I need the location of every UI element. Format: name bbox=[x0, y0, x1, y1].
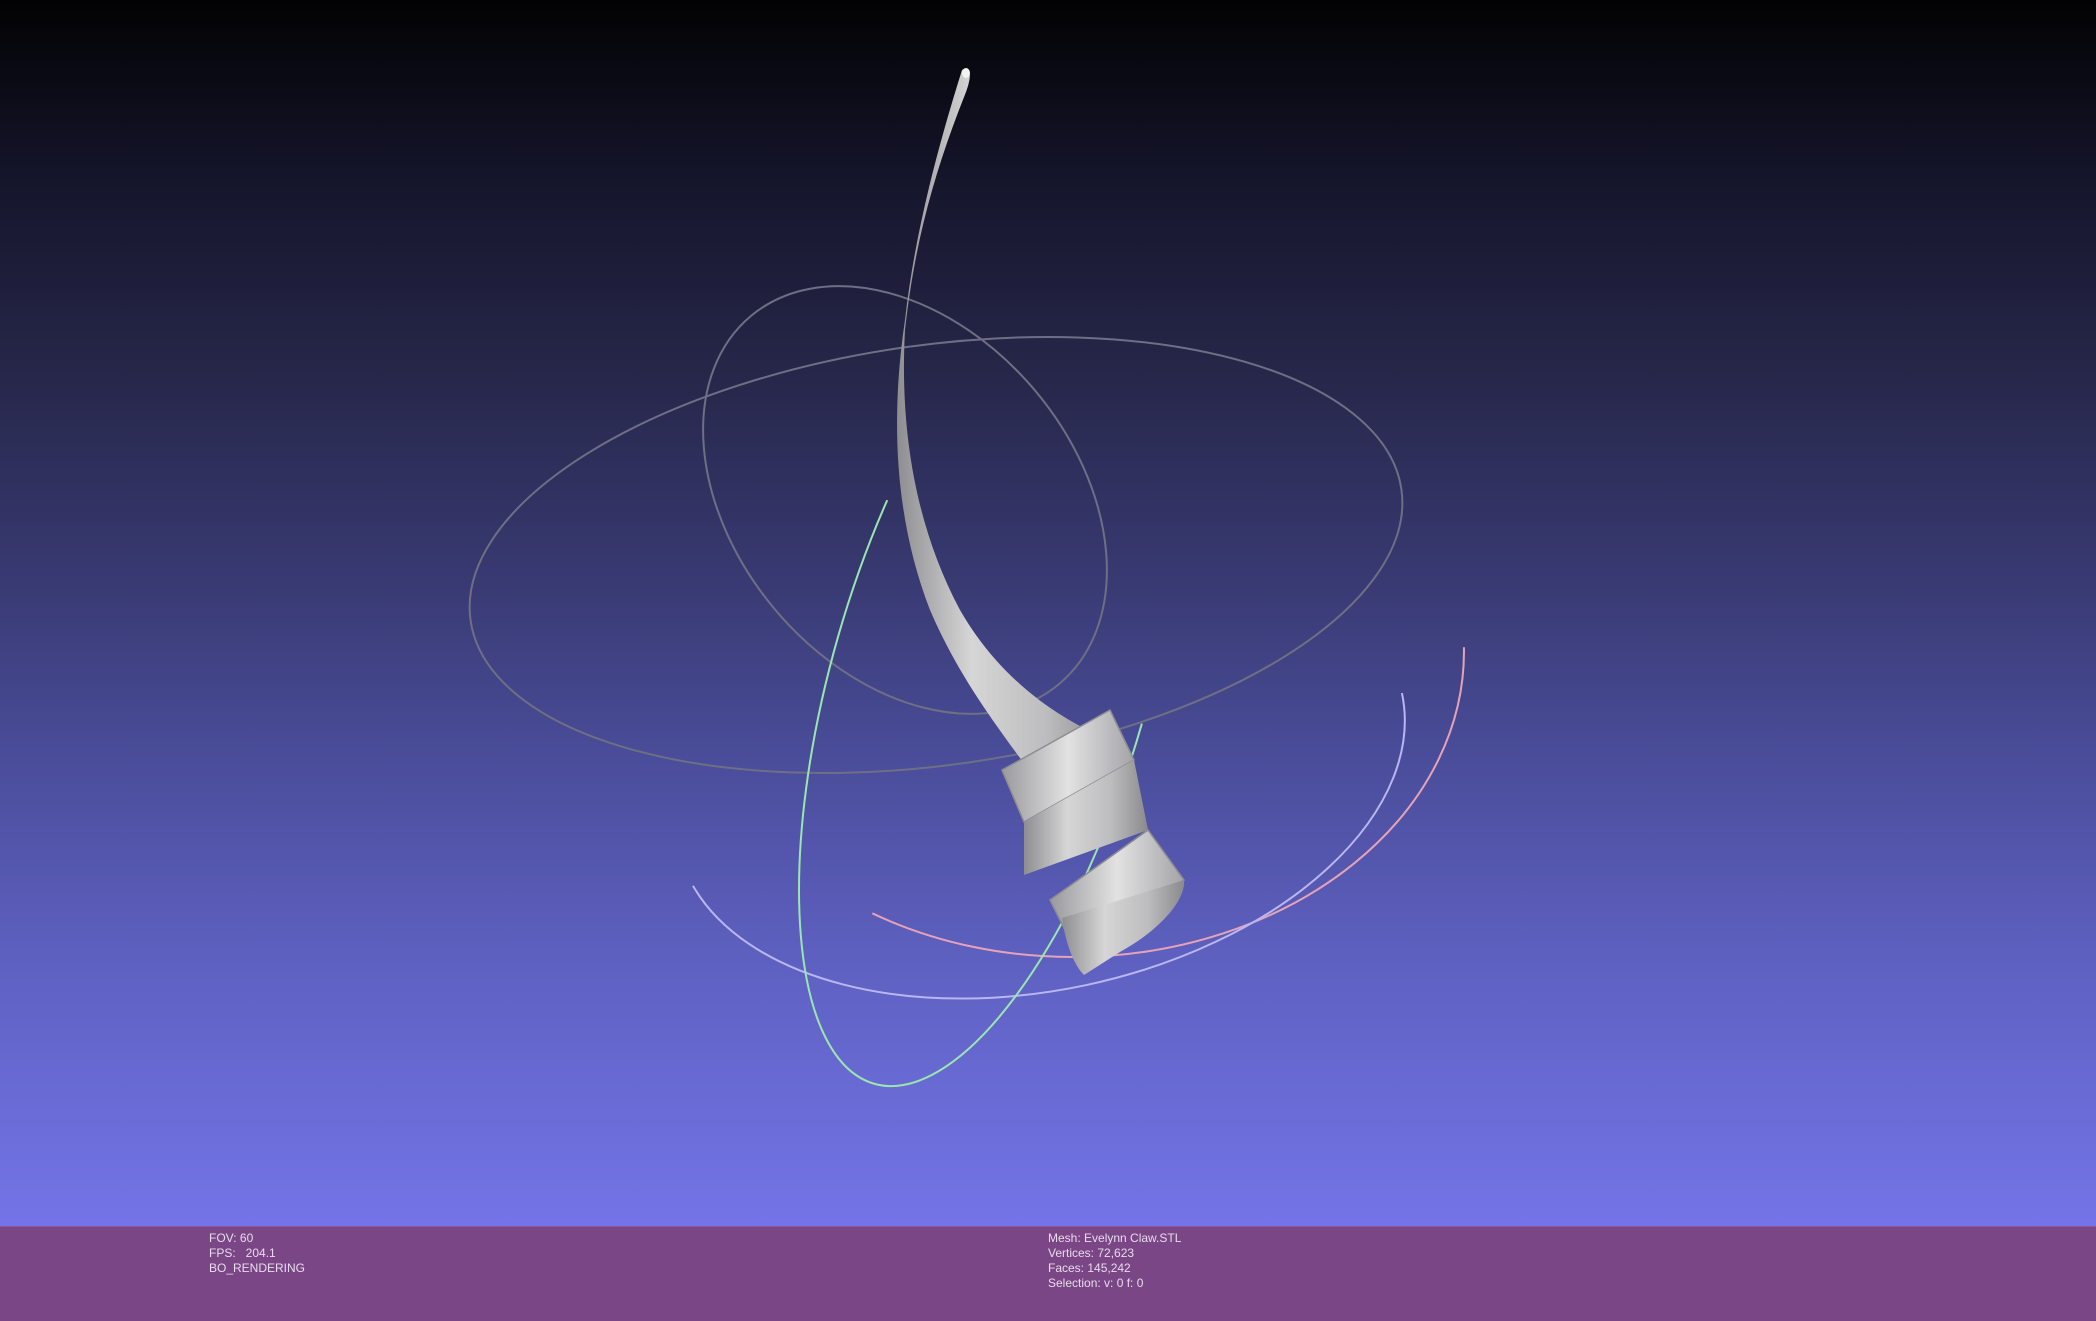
render-mode-readout: BO_RENDERING bbox=[209, 1261, 306, 1275]
scene-canvas[interactable] bbox=[0, 0, 2096, 1226]
vertices-readout: Vertices: 72,623 bbox=[1048, 1246, 1135, 1260]
selection-readout: Selection: v: 0 f: 0 bbox=[1048, 1276, 1144, 1290]
mesh-info: Mesh: Evelynn Claw.STL Vertices: 72,623 … bbox=[1048, 1231, 1181, 1291]
render-stats: FOV: 60 FPS: 204.1 BO_RENDERING bbox=[209, 1231, 305, 1276]
trackball-ring-gray[interactable] bbox=[441, 282, 1430, 829]
trackball-ring-red[interactable] bbox=[683, 344, 1469, 963]
fov-readout: FOV: 60 bbox=[209, 1231, 254, 1245]
3d-viewport[interactable] bbox=[0, 0, 2096, 1226]
mesh-name-readout: Mesh: Evelynn Claw.STL bbox=[1048, 1231, 1182, 1245]
faces-readout: Faces: 145,242 bbox=[1048, 1261, 1131, 1275]
mesh-model[interactable] bbox=[897, 68, 1186, 975]
info-bar: FOV: 60 FPS: 204.1 BO_RENDERING Mesh: Ev… bbox=[0, 1226, 2096, 1321]
fps-readout: FPS: 204.1 bbox=[209, 1246, 276, 1260]
horn-body bbox=[897, 68, 1110, 781]
horn-tip-highlight bbox=[962, 68, 970, 78]
